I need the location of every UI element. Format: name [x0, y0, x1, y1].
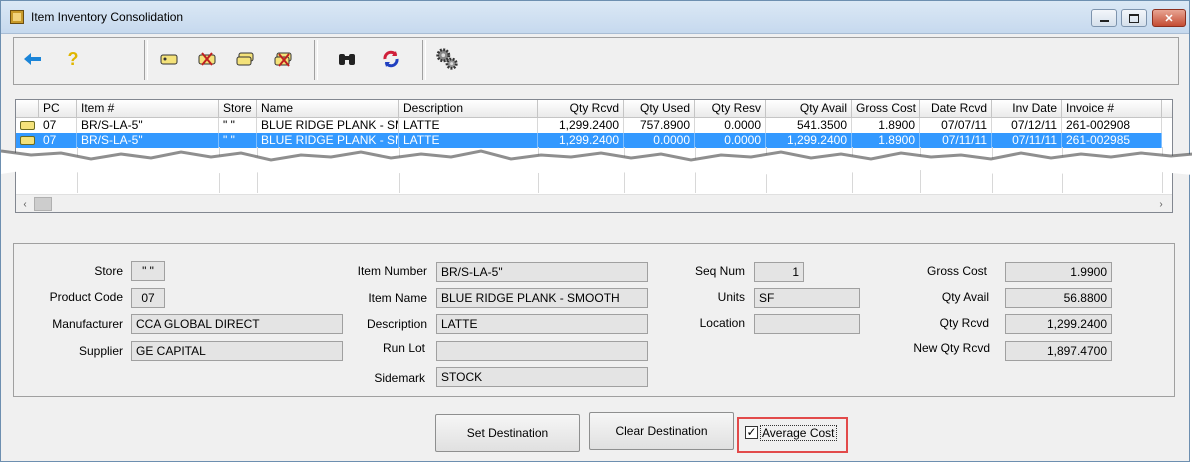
column-header-qty-rcvd[interactable]: Qty Rcvd	[538, 100, 624, 117]
cell-name: BLUE RIDGE PLANK - SMOOTH	[257, 118, 399, 133]
tag-icon	[20, 136, 35, 145]
back-arrow-icon[interactable]	[20, 46, 46, 72]
toolbar-separator	[314, 40, 318, 80]
store-label: Store	[94, 264, 123, 278]
manufacturer-label: Manufacturer	[52, 317, 123, 331]
column-header-date-rcvd[interactable]: Date Rcvd	[920, 100, 992, 117]
qty-rcvd-label: Qty Rcvd	[939, 316, 989, 330]
toolbar-separator	[144, 40, 148, 80]
location-label: Location	[699, 316, 745, 330]
column-header-item[interactable]: Item #	[77, 100, 219, 117]
column-header-store[interactable]: Store	[219, 100, 257, 117]
new-qty-rcvd-label: New Qty Rcvd	[913, 341, 990, 355]
column-header-gross-cost[interactable]: Gross Cost	[852, 100, 920, 117]
cell-qty-resv: 0.0000	[695, 118, 766, 133]
close-icon: ✕	[1164, 12, 1174, 25]
qty-avail-field[interactable]: 56.8800	[1005, 288, 1112, 308]
torn-edge-effect	[1, 149, 1192, 176]
item-name-label: Item Name	[368, 291, 427, 305]
sidemark-field[interactable]: STOCK	[436, 367, 648, 387]
product-code-label: Product Code	[49, 290, 123, 304]
location-field[interactable]	[754, 314, 860, 334]
app-icon	[10, 10, 24, 24]
tag-delete-icon[interactable]	[194, 46, 220, 72]
run-lot-field[interactable]	[436, 341, 648, 361]
minimize-icon	[1099, 20, 1109, 22]
binoculars-icon[interactable]	[334, 46, 360, 72]
cell-invoice: 261-002908	[1062, 118, 1162, 133]
units-label: Units	[717, 290, 745, 304]
column-header-description[interactable]: Description	[399, 100, 538, 117]
product-code-field[interactable]: 07	[131, 288, 165, 308]
tag-remove-icon[interactable]	[270, 46, 296, 72]
sidemark-label: Sidemark	[374, 371, 425, 385]
scroll-right-icon[interactable]: ›	[1154, 197, 1168, 211]
gross-cost-field[interactable]: 1.9900	[1005, 262, 1112, 282]
clear-destination-button[interactable]: Clear Destination	[589, 412, 734, 450]
table-row[interactable]: 07 BR/S-LA-5" " " BLUE RIDGE PLANK - SMO…	[16, 118, 1162, 133]
cell-description: LATTE	[399, 118, 538, 133]
item-inventory-window: Item Inventory Consolidation ✕ ? PC Item…	[0, 0, 1192, 462]
scroll-left-icon[interactable]: ‹	[18, 197, 32, 211]
title-bar[interactable]: Item Inventory Consolidation ✕	[1, 1, 1189, 34]
seq-num-label: Seq Num	[694, 264, 745, 278]
supplier-field[interactable]: GE CAPITAL	[131, 341, 343, 361]
cell-qty-avail: 541.3500	[766, 118, 852, 133]
units-field[interactable]: SF	[754, 288, 860, 308]
toolbar: ?	[13, 37, 1179, 85]
qty-avail-label: Qty Avail	[941, 290, 989, 304]
settings-gears-icon[interactable]	[434, 46, 460, 72]
qty-rcvd-field[interactable]: 1,299.2400	[1005, 314, 1112, 334]
column-header-invoice[interactable]: Invoice #	[1062, 100, 1162, 117]
manufacturer-field[interactable]: CCA GLOBAL DIRECT	[131, 314, 343, 334]
grid-header: PC Item # Store Name Description Qty Rcv…	[16, 100, 1172, 118]
cell-qty-rcvd: 1,299.2400	[538, 118, 624, 133]
column-header-qty-resv[interactable]: Qty Resv	[695, 100, 766, 117]
close-button[interactable]: ✕	[1152, 9, 1186, 27]
gross-cost-label: Gross Cost	[926, 264, 987, 278]
tag-icon[interactable]	[156, 46, 182, 72]
average-cost-label[interactable]: Average Cost	[760, 425, 837, 441]
tag-icon	[20, 121, 35, 130]
cell-gross-cost: 1.8900	[852, 118, 920, 133]
maximize-icon	[1129, 13, 1139, 23]
column-header-pc[interactable]: PC	[39, 100, 77, 117]
cell-item: BR/S-LA-5"	[77, 118, 219, 133]
window-title: Item Inventory Consolidation	[31, 10, 184, 24]
run-lot-label: Run Lot	[382, 341, 425, 355]
item-number-field[interactable]: BR/S-LA-5"	[436, 262, 648, 282]
column-header-name[interactable]: Name	[257, 100, 399, 117]
average-cost-checkbox[interactable]: ✓	[745, 426, 758, 439]
refresh-icon[interactable]	[378, 46, 404, 72]
cell-pc: 07	[39, 118, 77, 133]
store-field[interactable]: " "	[131, 261, 165, 281]
column-header-qty-avail[interactable]: Qty Avail	[766, 100, 852, 117]
tag-stack-icon[interactable]	[232, 46, 258, 72]
column-header-icon[interactable]	[16, 100, 39, 117]
scroll-thumb[interactable]	[34, 197, 52, 211]
description-field[interactable]: LATTE	[436, 314, 648, 334]
item-number-label: Item Number	[357, 264, 427, 278]
checkmark-icon: ✓	[746, 425, 757, 439]
supplier-label: Supplier	[78, 344, 123, 358]
cell-date-rcvd: 07/07/11	[920, 118, 992, 133]
column-header-inv-date[interactable]: Inv Date	[992, 100, 1062, 117]
cell-store: " "	[219, 118, 257, 133]
set-destination-button[interactable]: Set Destination	[435, 414, 580, 452]
toolbar-separator	[422, 40, 426, 80]
seq-num-field[interactable]: 1	[754, 262, 804, 282]
minimize-button[interactable]	[1091, 9, 1117, 27]
help-icon[interactable]: ?	[60, 46, 86, 72]
cell-inv-date: 07/12/11	[992, 118, 1062, 133]
maximize-button[interactable]	[1121, 9, 1147, 27]
column-header-qty-used[interactable]: Qty Used	[624, 100, 695, 117]
description-label: Description	[366, 317, 427, 331]
item-name-field[interactable]: BLUE RIDGE PLANK - SMOOTH	[436, 288, 648, 308]
new-qty-rcvd-field[interactable]: 1,897.4700	[1005, 341, 1112, 361]
horizontal-scrollbar[interactable]: ‹ ›	[16, 194, 1172, 212]
cell-qty-used: 757.8900	[624, 118, 695, 133]
